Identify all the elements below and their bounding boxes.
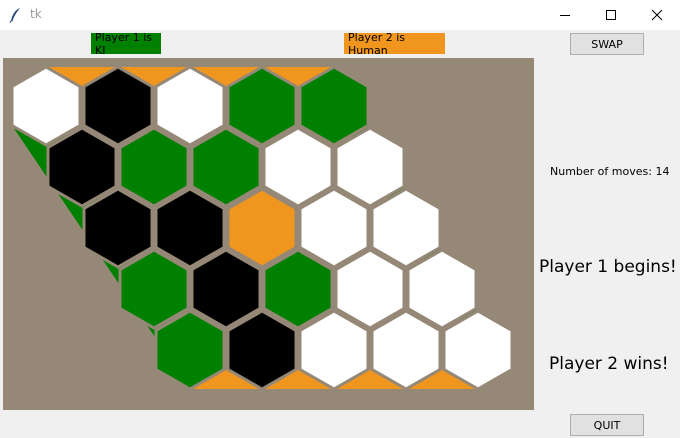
move-counter: Number of moves: 14 [550, 165, 670, 178]
swap-button[interactable]: SWAP [570, 33, 644, 55]
minimize-icon [560, 15, 570, 16]
minimize-button[interactable] [542, 0, 588, 30]
maximize-button[interactable] [588, 0, 634, 30]
hex-board [3, 58, 534, 410]
feather-icon [9, 8, 20, 23]
close-icon [651, 9, 663, 21]
close-button[interactable] [634, 0, 680, 30]
maximize-icon [606, 10, 616, 20]
player1-label: Player 1 is KI [91, 31, 161, 57]
quit-button[interactable]: QUIT [570, 414, 644, 436]
winner-text: Player 2 wins! [549, 354, 669, 374]
window-title: tk [30, 7, 42, 21]
starting-player-text: Player 1 begins! [539, 257, 677, 277]
title-bar: tk [0, 0, 680, 30]
player2-label: Player 2 is Human [344, 31, 445, 57]
